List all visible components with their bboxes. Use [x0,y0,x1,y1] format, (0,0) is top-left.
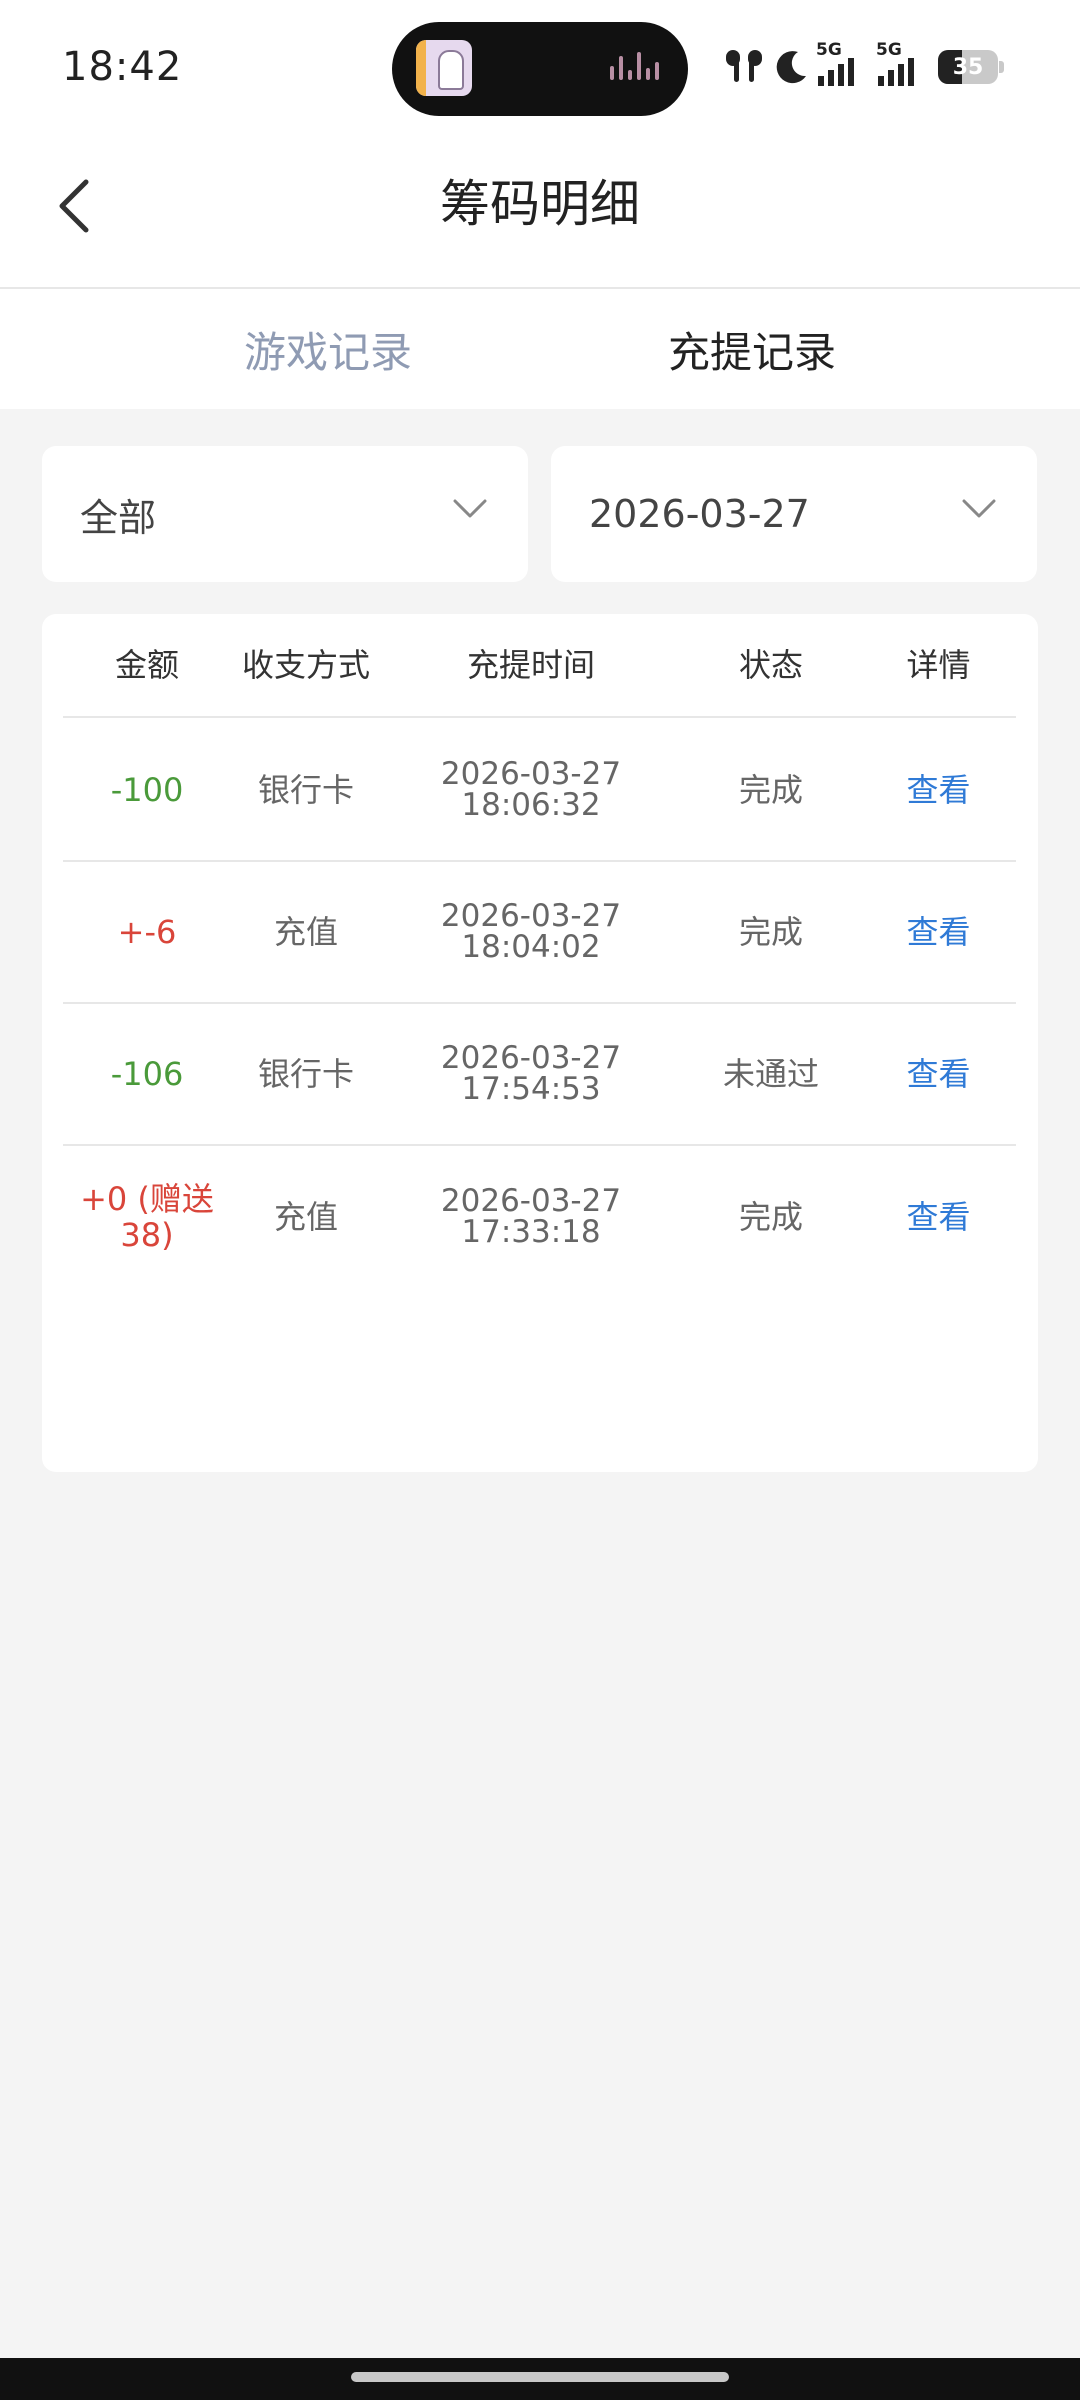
table-header: 金额 收支方式 充提时间 状态 详情 [63,614,1016,718]
app-header: 筹码明细 [0,130,1080,288]
earbuds-icon [726,50,762,82]
row-status: 完成 [738,1198,803,1236]
view-detail-link[interactable]: 查看 [861,1146,1016,1288]
type-filter-select[interactable]: 全部 [42,446,528,582]
page-title: 筹码明细 [440,175,640,233]
row-status: 未通过 [722,1055,819,1093]
row-time: 2026-03-27 17:33:18 [381,1146,681,1288]
table-row: +-6 充值 2026-03-27 18:04:02 完成 查看 [63,862,1016,1004]
dynamic-island[interactable] [392,22,688,116]
row-time: 2026-03-27 17:54:53 [381,1004,681,1144]
battery-icon: 35 [938,50,1004,84]
row-date: 2026-03-27 [440,1183,622,1219]
view-detail-link[interactable]: 查看 [861,1004,1016,1144]
row-clock: 17:33:18 [461,1214,601,1250]
row-amount: +0 (赠送38) [63,1146,231,1288]
row-amount: -106 [110,1055,184,1093]
moon-icon [776,51,806,84]
row-method: 银行卡 [257,1055,354,1093]
battery-level: 35 [952,54,984,80]
table-row: -100 银行卡 2026-03-27 18:06:32 完成 查看 [63,720,1016,862]
header-amount: 金额 [114,646,179,684]
home-indicator[interactable] [351,2372,729,2382]
row-method: 充值 [273,913,338,951]
table-row: +0 (赠送38) 充值 2026-03-27 17:33:18 完成 查看 [63,1146,1016,1288]
tab-deposit-withdraw-records[interactable]: 充提记录 [602,289,902,409]
header-method: 收支方式 [241,646,370,684]
row-status: 完成 [738,913,803,951]
row-clock: 17:54:53 [461,1071,601,1107]
signal-5g-icon: 5G [816,40,866,88]
view-detail-link[interactable]: 查看 [861,862,1016,1002]
row-method: 银行卡 [257,771,354,809]
view-detail-link[interactable]: 查看 [861,720,1016,860]
chevron-down-icon [453,499,487,518]
row-amount: -100 [110,771,184,809]
signal-5g-icon: 5G [876,40,926,88]
row-time: 2026-03-27 18:06:32 [381,720,681,860]
row-amount: +-6 [117,913,177,951]
status-bar: 18:42 5G 5G 35 [0,0,1080,130]
row-date: 2026-03-27 [440,898,622,934]
tab-bar: 游戏记录 充提记录 [0,289,1080,409]
row-date: 2026-03-27 [440,1040,622,1076]
header-time: 充提时间 [466,646,595,684]
type-filter-value: 全部 [80,495,157,540]
row-time: 2026-03-27 18:04:02 [381,862,681,1002]
row-method: 充值 [273,1198,338,1236]
music-island-icon [416,40,472,96]
chevron-down-icon [962,499,996,518]
row-amount-text: +0 (赠送38) [80,1180,214,1254]
header-detail: 详情 [906,646,971,684]
table-row: -106 银行卡 2026-03-27 17:54:53 未通过 查看 [63,1004,1016,1146]
header-status: 状态 [738,646,803,684]
status-time: 18:42 [62,44,183,90]
row-date: 2026-03-27 [440,756,622,792]
tab-game-records[interactable]: 游戏记录 [178,289,478,409]
date-filter-select[interactable]: 2026-03-27 [551,446,1037,582]
row-clock: 18:06:32 [461,787,601,823]
system-nav-bar [0,2358,1080,2400]
date-filter-value: 2026-03-27 [589,492,810,536]
row-clock: 18:04:02 [461,929,601,965]
records-table: 金额 收支方式 充提时间 状态 详情 -100 银行卡 2026-03-27 1… [42,614,1038,1472]
status-icons: 5G 5G 35 [722,40,1022,90]
audio-wave-icon [610,52,660,86]
row-status: 完成 [738,771,803,809]
